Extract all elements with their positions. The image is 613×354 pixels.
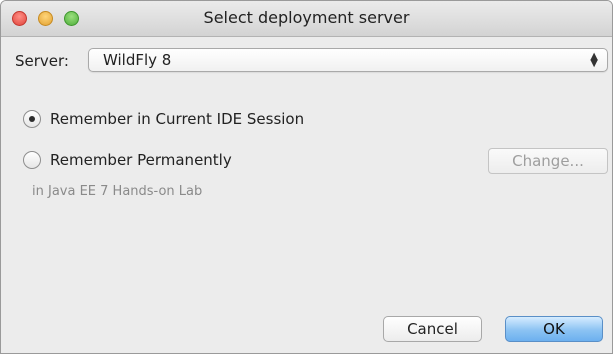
- server-select-value: WildFly 8: [103, 51, 172, 69]
- arrow-down-icon: ▼: [590, 58, 598, 69]
- deployment-dialog: Select deployment server Server: WildFly…: [0, 0, 613, 354]
- remember-permanently-radio[interactable]: [23, 151, 41, 169]
- title-bar[interactable]: Select deployment server: [1, 1, 612, 37]
- remember-session-option[interactable]: Remember in Current IDE Session: [23, 108, 304, 130]
- server-select[interactable]: WildFly 8 ▲ ▼: [88, 48, 608, 72]
- remember-permanently-option[interactable]: Remember Permanently: [23, 149, 232, 171]
- ok-button[interactable]: OK: [505, 316, 603, 342]
- remember-session-label: Remember in Current IDE Session: [50, 110, 305, 128]
- remember-permanently-label: Remember Permanently: [50, 151, 232, 169]
- select-arrows-icon: ▲ ▼: [590, 52, 598, 69]
- cancel-button[interactable]: Cancel: [383, 316, 482, 342]
- change-button: Change...: [488, 148, 608, 174]
- remember-session-radio[interactable]: [23, 110, 41, 128]
- dialog-title: Select deployment server: [203, 8, 410, 27]
- location-hint: in Java EE 7 Hands-on Lab: [32, 184, 203, 199]
- server-label: Server:: [15, 52, 69, 70]
